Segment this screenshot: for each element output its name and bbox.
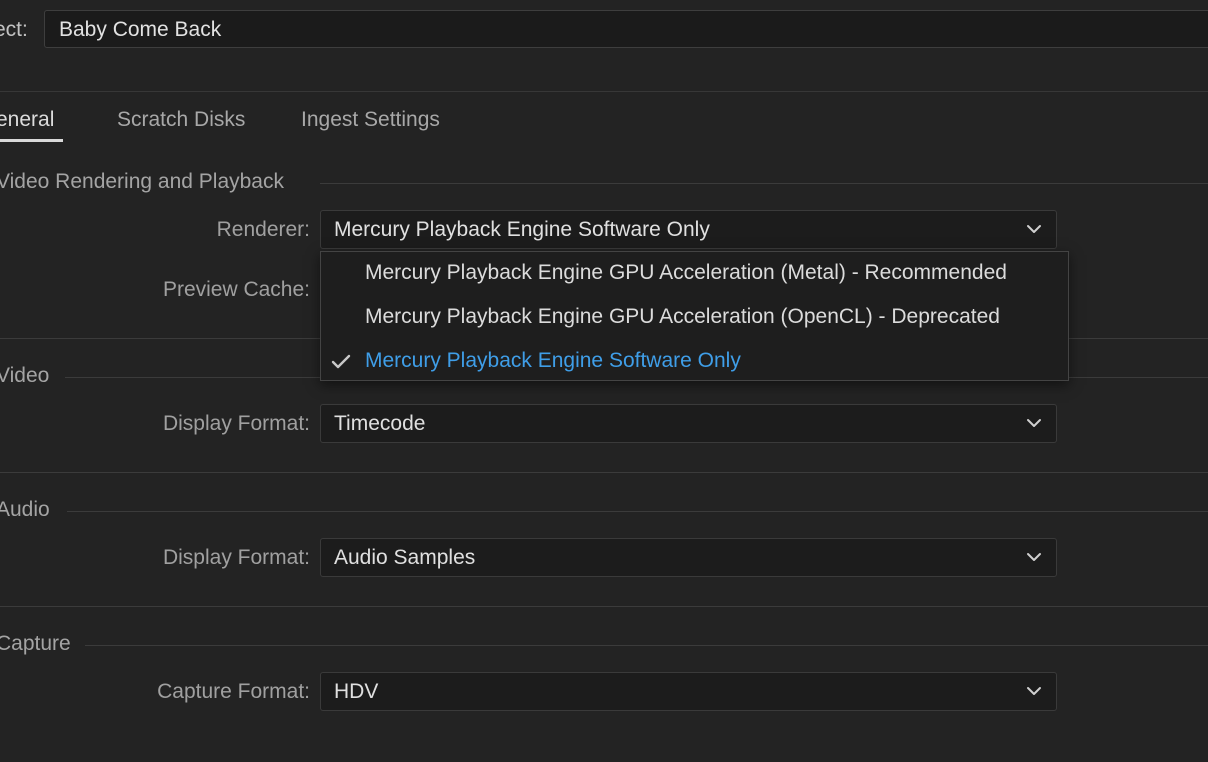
- capture-format-label: Capture Format:: [157, 680, 310, 703]
- chevron-down-icon: [1027, 687, 1041, 695]
- chevron-down-icon: [1027, 419, 1041, 427]
- menu-item-gpu-opencl[interactable]: Mercury Playback Engine GPU Acceleration…: [321, 296, 1068, 340]
- section-rule-rendering: [320, 183, 1208, 184]
- capture-format-value: HDV: [334, 680, 379, 703]
- section-title-video: Video: [0, 364, 50, 387]
- capture-format-dropdown[interactable]: HDV: [320, 672, 1057, 711]
- section-divider-video-bottom: [0, 472, 1208, 473]
- section-rule-video-right: [1069, 377, 1208, 378]
- menu-item-label: Mercury Playback Engine Software Only: [365, 349, 741, 372]
- project-name-field[interactable]: Baby Come Back: [44, 10, 1208, 48]
- project-label: ect:: [0, 18, 28, 41]
- tab-general[interactable]: eneral: [0, 104, 54, 136]
- video-display-format-label: Display Format:: [162, 412, 310, 435]
- renderer-dropdown[interactable]: Mercury Playback Engine Software Only: [320, 210, 1057, 249]
- header-divider: [0, 91, 1208, 92]
- audio-display-format-value: Audio Samples: [334, 546, 476, 569]
- menu-item-gpu-metal[interactable]: Mercury Playback Engine GPU Acceleration…: [321, 252, 1068, 296]
- menu-item-label: Mercury Playback Engine GPU Acceleration…: [365, 305, 1000, 328]
- section-rule-audio: [67, 511, 1208, 512]
- section-divider-audio-bottom: [0, 606, 1208, 607]
- section-title-rendering: Video Rendering and Playback: [0, 170, 284, 193]
- section-divider-rendering-bottom-right: [1069, 338, 1208, 339]
- renderer-dropdown-value: Mercury Playback Engine Software Only: [334, 218, 710, 241]
- renderer-menu: Mercury Playback Engine GPU Acceleration…: [320, 251, 1069, 381]
- menu-item-label: Mercury Playback Engine GPU Acceleration…: [365, 261, 1007, 284]
- section-rule-video: [65, 377, 320, 378]
- tab-ingest-settings[interactable]: Ingest Settings: [301, 104, 440, 136]
- renderer-label: Renderer:: [216, 218, 310, 241]
- video-display-format-value: Timecode: [334, 412, 426, 435]
- section-divider-rendering-bottom: [0, 338, 320, 339]
- section-title-capture: Capture: [0, 632, 71, 655]
- tab-scratch-disks[interactable]: Scratch Disks: [117, 104, 245, 136]
- audio-display-format-dropdown[interactable]: Audio Samples: [320, 538, 1057, 577]
- menu-item-software-only[interactable]: Mercury Playback Engine Software Only: [321, 340, 1068, 384]
- checkmark-icon: [331, 354, 351, 369]
- video-display-format-dropdown[interactable]: Timecode: [320, 404, 1057, 443]
- audio-display-format-label: Display Format:: [162, 546, 310, 569]
- project-name-value: Baby Come Back: [59, 18, 222, 41]
- section-rule-capture: [85, 645, 1208, 646]
- preview-cache-label: Preview Cache:: [162, 278, 310, 301]
- active-tab-indicator: [0, 139, 63, 142]
- chevron-down-icon: [1027, 225, 1041, 233]
- chevron-down-icon: [1027, 553, 1041, 561]
- section-title-audio: Audio: [0, 498, 50, 521]
